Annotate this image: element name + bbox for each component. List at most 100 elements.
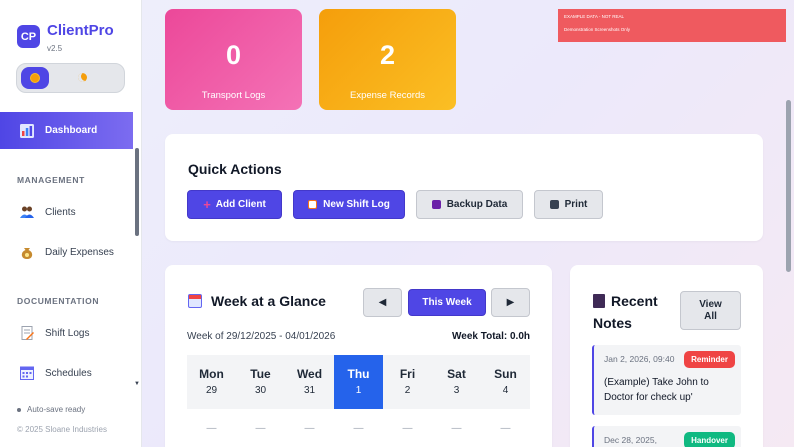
main-scrollbar[interactable]	[786, 100, 791, 272]
day-hours: —	[500, 423, 511, 434]
week-title: Week at a Glance	[188, 293, 326, 309]
note-date: Jan 2, 2026, 09:40	[604, 354, 675, 364]
day-hours: —	[206, 423, 217, 434]
book-icon	[593, 294, 605, 308]
quick-actions-card: Quick Actions + Add Client New Shift Log…	[165, 134, 763, 241]
demo-banner-line: EXAMPLE DATA - NOT REAL	[564, 14, 625, 19]
autosave-text: Auto-save ready	[27, 405, 86, 414]
notes-title-line2: Notes	[593, 315, 632, 331]
section-title-documentation: DOCUMENTATION	[17, 296, 100, 306]
section-title-management: MANAGEMENT	[17, 175, 85, 185]
note-item[interactable]: Dec 28, 2025, Handover	[592, 426, 741, 447]
day-number: 2	[404, 385, 411, 396]
button-label: New Shift Log	[323, 199, 390, 210]
sidebar-item-label: Shift Logs	[45, 327, 90, 339]
document-icon	[308, 200, 318, 209]
stat-card-transport-logs[interactable]: 0 Transport Logs	[165, 9, 302, 110]
week-days: Mon 29 Tue 30 Wed 31 Thu 1 Fri 2 Sat 3 Sun 4	[187, 355, 530, 409]
sidebar-scrollbar[interactable]	[135, 148, 139, 236]
sidebar: CP ClientPro v2.5 Dashboard MANAGEMENT C…	[0, 0, 142, 447]
brand: CP ClientPro v2.5	[17, 23, 114, 53]
day-name: Wed	[296, 367, 323, 381]
quick-actions-title: Quick Actions	[188, 161, 282, 177]
stat-value: 2	[379, 40, 396, 70]
prev-week-button[interactable]: ◀	[363, 288, 402, 317]
week-range: Week of 29/12/2025 - 04/01/2026	[187, 331, 336, 342]
day-name: Tue	[250, 367, 271, 381]
day-wed[interactable]: Wed 31	[285, 355, 334, 409]
autosave-status: Auto-save ready	[17, 405, 85, 414]
day-name: Mon	[199, 367, 224, 381]
day-number: 1	[355, 385, 362, 396]
theme-toggle[interactable]	[16, 63, 125, 93]
day-mon[interactable]: Mon 29	[187, 355, 236, 409]
backup-data-button[interactable]: Backup Data	[416, 190, 523, 219]
money-bag-icon	[21, 248, 33, 259]
chart-icon	[20, 124, 34, 138]
app-version: v2.5	[47, 44, 63, 53]
stat-label: Expense Records	[350, 90, 425, 101]
theme-light-option[interactable]	[21, 67, 49, 89]
demo-banner: EXAMPLE DATA - NOT REAL Demonstration Sc…	[558, 9, 786, 42]
week-card: Week at a Glance ◀ This Week ▶ Week of 2…	[165, 265, 552, 447]
add-client-button[interactable]: + Add Client	[187, 190, 282, 219]
sidebar-item-shift-logs[interactable]: Shift Logs	[0, 319, 133, 347]
scroll-down-arrow[interactable]: ▼	[134, 381, 140, 387]
sidebar-item-label: Clients	[45, 206, 76, 218]
note-date: Dec 28, 2025,	[604, 435, 657, 445]
sidebar-item-dashboard[interactable]: Dashboard	[0, 112, 133, 149]
day-sat[interactable]: Sat 3	[432, 355, 481, 409]
day-name: Sat	[447, 367, 466, 381]
sidebar-item-daily-expenses[interactable]: Daily Expenses	[0, 238, 133, 266]
copyright: © 2025 Sloane Industries	[17, 425, 107, 434]
week-total: Week Total: 0.0h	[452, 331, 530, 342]
sidebar-item-label: Schedules	[45, 367, 92, 379]
day-number: 3	[453, 385, 460, 396]
day-hours: —	[353, 423, 364, 434]
day-hours-row: — — — — — — —	[187, 423, 530, 434]
sidebar-item-label: Daily Expenses	[45, 246, 114, 258]
next-week-button[interactable]: ▶	[491, 288, 530, 317]
sidebar-item-schedules[interactable]: Schedules	[0, 359, 133, 387]
week-title-text: Week at a Glance	[211, 293, 326, 309]
day-sun[interactable]: Sun 4	[481, 355, 530, 409]
stat-value: 0	[225, 40, 242, 70]
day-number: 30	[254, 385, 267, 396]
day-tue[interactable]: Tue 30	[236, 355, 285, 409]
status-dot-icon	[17, 407, 21, 412]
this-week-button[interactable]: This Week	[408, 289, 486, 316]
button-label: Add Client	[215, 199, 266, 210]
day-fri[interactable]: Fri 2	[383, 355, 432, 409]
floppy-disk-icon	[431, 200, 441, 209]
new-shift-log-button[interactable]: New Shift Log	[293, 190, 405, 219]
day-name: Sun	[494, 367, 517, 381]
day-hours: —	[255, 423, 266, 434]
day-hours: —	[402, 423, 413, 434]
demo-banner-line: Demonstration Screenshots Only	[564, 27, 631, 32]
print-button[interactable]: Print	[534, 190, 603, 219]
plus-icon: +	[203, 197, 211, 212]
day-name: Fri	[399, 367, 416, 381]
calendar-icon	[20, 366, 34, 380]
moon-icon[interactable]	[78, 73, 87, 82]
day-number: 31	[303, 385, 316, 396]
app-name: ClientPro	[47, 22, 114, 39]
sidebar-item-label: Dashboard	[45, 125, 98, 136]
note-item[interactable]: Jan 2, 2026, 09:40 Reminder (Example) Ta…	[592, 345, 741, 415]
app-logo: CP	[17, 25, 40, 48]
view-all-notes-button[interactable]: View All	[680, 291, 741, 330]
day-name: Thu	[347, 367, 370, 381]
note-tag-badge: Handover	[684, 432, 735, 447]
notes-title-line1: Recent	[611, 293, 658, 309]
people-icon	[20, 206, 34, 218]
day-hours: —	[304, 423, 315, 434]
sidebar-item-clients[interactable]: Clients	[0, 198, 133, 226]
button-label: Backup Data	[446, 199, 508, 210]
day-number: 29	[205, 385, 218, 396]
day-number: 4	[502, 385, 509, 396]
day-thu[interactable]: Thu 1	[334, 355, 383, 409]
document-icon	[21, 326, 34, 340]
stat-card-expense-records[interactable]: 2 Expense Records	[319, 9, 456, 110]
recent-notes-title: Recent Notes	[593, 290, 658, 334]
calendar-icon	[188, 294, 202, 308]
